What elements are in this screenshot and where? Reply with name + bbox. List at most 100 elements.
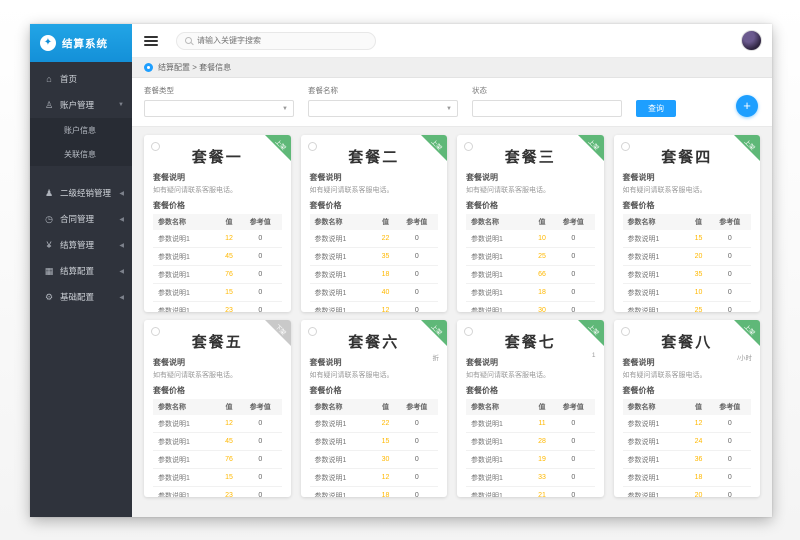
param-name: 参数说明1 — [310, 451, 376, 469]
card-select-radio[interactable] — [621, 327, 630, 336]
search-input[interactable] — [197, 36, 367, 45]
param-ref: 0 — [552, 433, 594, 451]
param-row: 参数说明1660 — [466, 266, 595, 284]
card-select-radio[interactable] — [621, 142, 630, 151]
chevron-icon: ◀ — [119, 294, 124, 301]
param-name: 参数说明1 — [466, 248, 532, 266]
param-row: 参数说明1300 — [310, 451, 439, 469]
param-ref: 0 — [396, 487, 438, 498]
sidebar-item-基础配置[interactable]: ⚙ 基础配置 ◀ — [30, 284, 132, 310]
param-value: 15 — [219, 469, 239, 487]
param-row: 参数说明1330 — [466, 469, 595, 487]
gear-icon: ⚙ — [42, 292, 56, 303]
desc-section-label: 套餐说明 — [623, 172, 752, 183]
sidebar-item-首页[interactable]: ⌂ 首页 — [30, 66, 132, 92]
param-value: 33 — [532, 469, 552, 487]
hamburger-menu-icon[interactable] — [144, 34, 158, 48]
param-name: 参数说明1 — [310, 433, 376, 451]
card-select-radio[interactable] — [151, 327, 160, 336]
package-description: 如有疑问请联系客服电话。 — [466, 185, 595, 195]
param-value: 19 — [532, 451, 552, 469]
param-ref: 0 — [552, 415, 594, 433]
param-name: 参数说明1 — [623, 284, 689, 302]
sidebar-subitem-关联信息[interactable]: 关联信息 — [30, 142, 132, 166]
param-ref: 0 — [239, 230, 281, 248]
package-card: 上架 套餐三 套餐说明 如有疑问请联系客服电话。 套餐价格 参数名称值参考值 参… — [457, 135, 604, 312]
param-row: 参数说明1250 — [623, 302, 752, 313]
param-table-header: 值 — [219, 399, 239, 415]
param-name: 参数说明1 — [466, 266, 532, 284]
sidebar-item-label: 合同管理 — [60, 213, 119, 225]
home-icon: ⌂ — [42, 74, 56, 84]
param-value: 18 — [376, 487, 396, 498]
card-select-radio[interactable] — [464, 327, 473, 336]
param-name: 参数说明1 — [466, 230, 532, 248]
breadcrumb-text: 结算配置 > 套餐信息 — [158, 62, 231, 73]
package-card-grid: 上架 套餐一 套餐说明 如有疑问请联系客服电话。 套餐价格 参数名称值参考值 参… — [132, 127, 772, 517]
price-section-label: 套餐价格 — [153, 200, 282, 211]
param-row: 参数说明1150 — [153, 284, 282, 302]
sidebar-item-结算配置[interactable]: ▦ 结算配置 ◀ — [30, 258, 132, 284]
param-value: 18 — [532, 284, 552, 302]
user-avatar[interactable] — [741, 30, 762, 51]
sidebar-item-二级经销管理[interactable]: ♟ 二级经销管理 ◀ — [30, 180, 132, 206]
breadcrumb: 结算配置 > 套餐信息 — [132, 58, 772, 78]
sidebar-subitem-账户信息[interactable]: 账户信息 — [30, 118, 132, 142]
sidebar-item-合同管理[interactable]: ◷ 合同管理 ◀ — [30, 206, 132, 232]
param-row: 参数说明1280 — [466, 433, 595, 451]
package-note: /小时 — [737, 352, 752, 362]
param-value: 20 — [689, 487, 709, 498]
filter-bar: 套餐类型 ▼ 套餐名称 ▼ 状态 — [132, 78, 772, 127]
card-select-radio[interactable] — [151, 142, 160, 151]
filter-package-name: 套餐名称 ▼ — [308, 85, 458, 117]
package-description: 如有疑问请联系客服电话。 — [623, 370, 752, 380]
param-table: 参数名称值参考值 参数说明1120参数说明1450参数说明1760参数说明115… — [153, 399, 282, 497]
param-row: 参数说明1180 — [310, 487, 439, 498]
package-type-label: 套餐类型 — [144, 85, 294, 96]
card-select-radio[interactable] — [308, 142, 317, 151]
param-name: 参数说明1 — [310, 284, 376, 302]
param-table: 参数名称值参考值 参数说明1120参数说明1240参数说明1360参数说明118… — [623, 399, 752, 497]
search-box[interactable] — [176, 32, 376, 50]
param-table-header: 参数名称 — [310, 214, 376, 230]
param-value: 76 — [219, 451, 239, 469]
param-value: 36 — [689, 451, 709, 469]
package-card: 上架 套餐六 折 套餐说明 如有疑问请联系客服电话。 套餐价格 参数名称值参考值… — [301, 320, 448, 497]
param-row: 参数说明1150 — [310, 433, 439, 451]
param-name: 参数说明1 — [623, 469, 689, 487]
package-name-select[interactable]: ▼ — [308, 100, 458, 117]
sidebar-item-账户管理[interactable]: ♙ 账户管理 ▼ — [30, 92, 132, 118]
package-card: 上架 套餐一 套餐说明 如有疑问请联系客服电话。 套餐价格 参数名称值参考值 参… — [144, 135, 291, 312]
status-input[interactable] — [472, 100, 622, 117]
param-row: 参数说明1250 — [466, 248, 595, 266]
param-value: 11 — [532, 415, 552, 433]
desc-section-label: 套餐说明 — [466, 172, 595, 183]
param-row: 参数说明1230 — [153, 302, 282, 313]
package-name-label: 套餐名称 — [308, 85, 458, 96]
card-select-radio[interactable] — [464, 142, 473, 151]
package-card: 上架 套餐八 /小时 套餐说明 如有疑问请联系客服电话。 套餐价格 参数名称值参… — [614, 320, 761, 497]
sidebar-item-结算管理[interactable]: ¥ 结算管理 ◀ — [30, 232, 132, 258]
param-ref: 0 — [552, 469, 594, 487]
package-type-select[interactable]: ▼ — [144, 100, 294, 117]
param-row: 参数说明1120 — [623, 415, 752, 433]
param-value: 12 — [376, 302, 396, 313]
param-ref: 0 — [396, 451, 438, 469]
param-row: 参数说明1120 — [153, 415, 282, 433]
package-card: 上架 套餐七 1 套餐说明 如有疑问请联系客服电话。 套餐价格 参数名称值参考值… — [457, 320, 604, 497]
param-value: 10 — [532, 230, 552, 248]
param-name: 参数说明1 — [623, 415, 689, 433]
param-value: 21 — [532, 487, 552, 498]
param-name: 参数说明1 — [153, 248, 219, 266]
param-table-header: 参数名称 — [466, 214, 532, 230]
chevron-down-icon: ▼ — [282, 106, 288, 112]
add-package-button[interactable]: + — [736, 95, 758, 117]
param-name: 参数说明1 — [623, 302, 689, 313]
search-button[interactable]: 查询 — [636, 100, 676, 117]
param-name: 参数说明1 — [153, 230, 219, 248]
param-row: 参数说明1110 — [466, 415, 595, 433]
desc-section-label: 套餐说明 — [153, 357, 282, 368]
param-ref: 0 — [552, 302, 594, 313]
card-select-radio[interactable] — [308, 327, 317, 336]
param-value: 15 — [376, 433, 396, 451]
